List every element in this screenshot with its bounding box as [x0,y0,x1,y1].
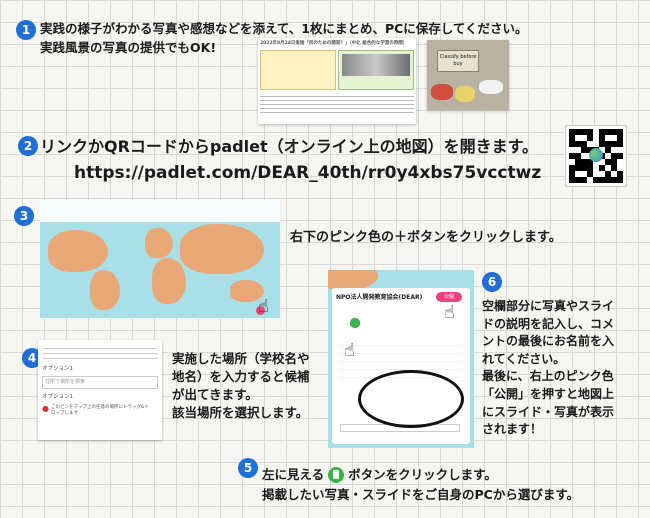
step-5-pre: 左に見える [262,467,325,482]
drag-pin-hint[interactable]: このピンをマップ上の任意の場所にドラッグ&ドロップします [51,405,151,417]
step-6-line-8: されます！ [482,422,543,437]
step-5-line-1: 左に見える ボタンをクリックします。 [262,466,497,484]
step-3-instruction: 右下のピンク色の＋ボタンをクリックします。 [290,230,562,245]
publish-button[interactable]: 公開 [436,292,462,302]
step-6-line-5: 最後に、右上のピンク色 [482,369,614,384]
sample-practice-photo: Classify before buy [427,40,509,110]
pointer-hand-icon: ☝ [258,296,269,317]
more-icon[interactable] [350,318,360,328]
step-2-badge: 2 [18,136,38,156]
pointer-hand-icon-publish: ☝ [444,302,455,323]
padlet-url[interactable]: https://padlet.com/DEAR_40th/rr0y4xbs75v… [74,162,541,184]
pointer-hand-icon-attach: ☝ [344,340,355,361]
step-1-note: 実践風景の写真の提供でもOK! [40,40,217,55]
step-6-line-2: ドの説明を記入し、コメ [482,316,615,331]
step-6-line-3: ントの最後にお名前を入 [482,334,615,349]
photo-sign: Classify before buy [437,50,479,72]
option-label-2: オプション1 [42,394,73,400]
step-5-line-2: 掲載したい写真・スライドをご自身のPCから選びます。 [262,487,580,502]
step-4-line-3: が出てきます。 [172,387,258,402]
step-4-line-2: 地名）を入力すると候補 [172,369,310,384]
step-5-badge: 5 [238,458,258,478]
step-1-badge: 1 [16,20,36,40]
step-6-line-1: 空欄部分に写真やスライ [482,299,615,313]
step-2-instruction: リンクかQRコードからpadlet（オンライン上の地図）を開きます。 [40,137,539,156]
step-6-badge: 6 [482,272,502,292]
attachment-icon[interactable] [328,467,345,483]
address-search-input[interactable]: 住所で場所を検索 [42,376,158,389]
step-1-instruction: 実践の様子がわかる写真や感想などを添えて、1枚にまとめ、PCに保存してください。 [40,21,528,36]
step-3-badge: 3 [14,206,34,226]
step-6-line-7: にスライド・写真が表示 [482,404,615,419]
option-label: オプション1 [42,366,73,372]
map-pin-icon: ● [42,404,49,413]
step-6-line-4: れてください。 [482,351,566,366]
location-search-panel[interactable]: オプション1 住所で場所を検索 オプション1 ● このピンをマップ上の任意の場所… [38,340,162,440]
step-5-post: ボタンをクリックします。 [348,467,497,482]
sample-report-document: 2022年8月24日実施「何のための開発？」（中北 総合的な学習の時間） [258,38,416,124]
comment-area-highlight [358,370,464,428]
step-4-line-1: 実施した場所（学校名や [172,351,310,366]
step-6-instructions: 空欄部分に写真やスライ ドの説明を記入し、コメ ントの最後にお名前を入 れてくだ… [482,298,614,439]
padlet-map-screenshot[interactable] [40,200,280,318]
globe-icon [589,148,603,162]
report-title: 2022年8月24日実施「何のための開発？」（中北 総合的な学習の時間） [260,41,408,46]
step-6-line-6: 「公開」を押すと地図上 [482,386,615,401]
step-4-line-4: 該当場所を選択します。 [172,405,309,420]
